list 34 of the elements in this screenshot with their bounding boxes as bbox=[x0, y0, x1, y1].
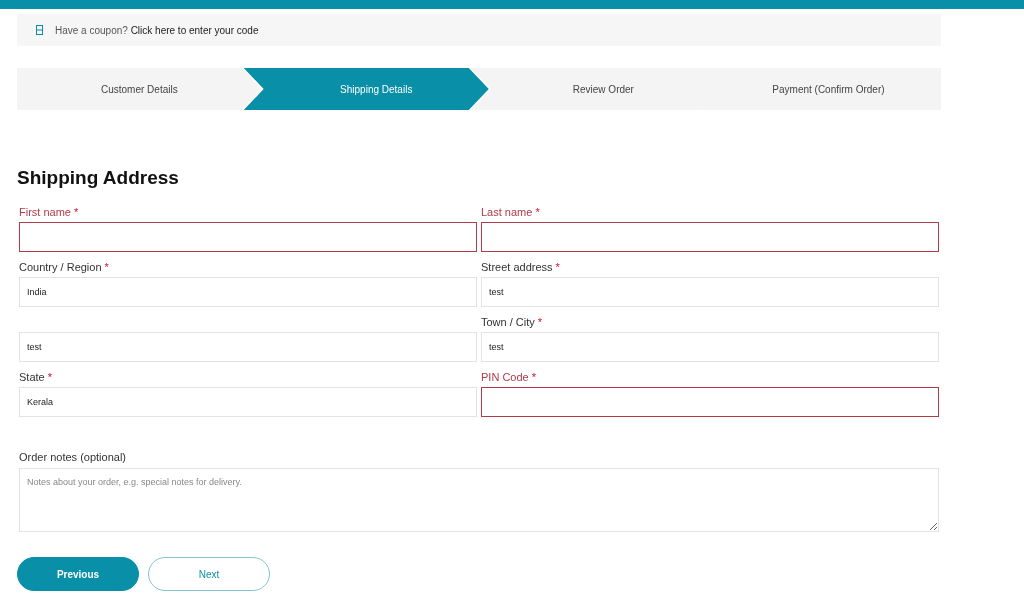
order-notes-field[interactable]: Notes about your order, e.g. special notes for delivery. bbox=[19, 468, 939, 532]
required-mark: * bbox=[531, 369, 536, 385]
field-label: Last name bbox=[481, 204, 533, 220]
text-field[interactable] bbox=[481, 386, 939, 417]
required-mark: * bbox=[104, 259, 109, 275]
field-label: First name bbox=[19, 204, 71, 220]
coupon-icon bbox=[36, 25, 43, 35]
field-label: Street address bbox=[481, 259, 553, 275]
text-field[interactable] bbox=[19, 221, 477, 252]
coupon-link[interactable]: Click here to enter your code bbox=[130, 24, 259, 36]
required-mark: * bbox=[535, 204, 540, 220]
coupon-message: Have a coupon? Click here to enter your code bbox=[55, 23, 259, 38]
text-field[interactable] bbox=[481, 221, 939, 252]
field-label: PIN Code bbox=[481, 369, 529, 385]
field-label: Country / Region bbox=[19, 259, 102, 275]
required-mark: * bbox=[555, 259, 560, 275]
required-mark: * bbox=[47, 369, 52, 385]
text-field[interactable]: test bbox=[481, 276, 939, 307]
field-label: Town / City bbox=[481, 314, 535, 330]
section-heading: Shipping Address bbox=[17, 166, 180, 190]
required-mark: * bbox=[73, 204, 79, 220]
step-tab[interactable]: Customer Details bbox=[17, 68, 262, 110]
step-tab[interactable]: Shipping Details bbox=[243, 68, 489, 110]
field-label: State bbox=[19, 369, 45, 385]
text-field[interactable]: Kerala bbox=[19, 386, 477, 417]
text-field[interactable]: test bbox=[19, 331, 477, 362]
required-mark: * bbox=[537, 314, 543, 330]
next-button[interactable]: Next bbox=[148, 557, 270, 591]
step-tab[interactable]: Payment (Confirm Order) bbox=[695, 68, 941, 110]
previous-button[interactable]: Previous bbox=[17, 557, 139, 591]
step-tab[interactable]: Review Order bbox=[470, 68, 716, 110]
text-field[interactable]: India bbox=[19, 276, 477, 307]
text-field[interactable]: test bbox=[481, 331, 939, 362]
field-label: Order notes (optional) bbox=[19, 449, 127, 465]
